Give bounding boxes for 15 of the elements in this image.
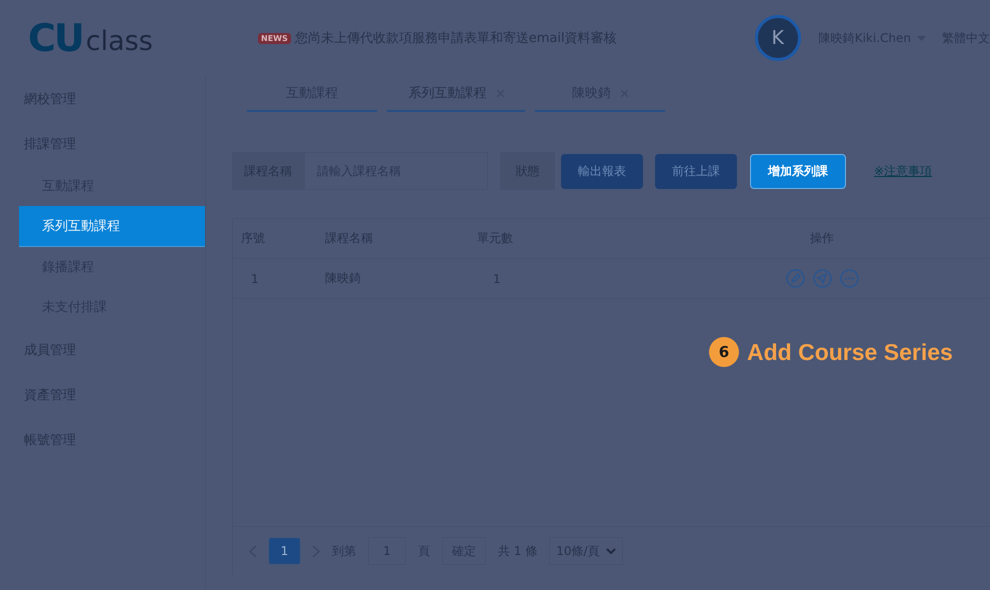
more-icon[interactable] (840, 269, 858, 288)
sidebar-subitem[interactable]: 系列互動課程 (19, 206, 205, 247)
notes-link[interactable]: ※注意事項 (874, 162, 932, 180)
send-icon[interactable] (812, 269, 832, 288)
action-button[interactable]: 前往上課 (655, 154, 737, 188)
action-button[interactable]: 輸出報表 (561, 154, 643, 188)
news-badge: NEWS (258, 32, 291, 44)
logo-mark: CU (28, 19, 83, 57)
avatar[interactable]: K (754, 15, 801, 61)
action-button[interactable]: 增加系列課 (750, 154, 846, 188)
page-number[interactable]: 1 (269, 538, 300, 564)
chevron-down-icon (606, 548, 616, 554)
edit-icon[interactable] (786, 269, 804, 288)
step-number: 6 (709, 337, 739, 367)
callout-text: Add Course Series (747, 338, 953, 366)
